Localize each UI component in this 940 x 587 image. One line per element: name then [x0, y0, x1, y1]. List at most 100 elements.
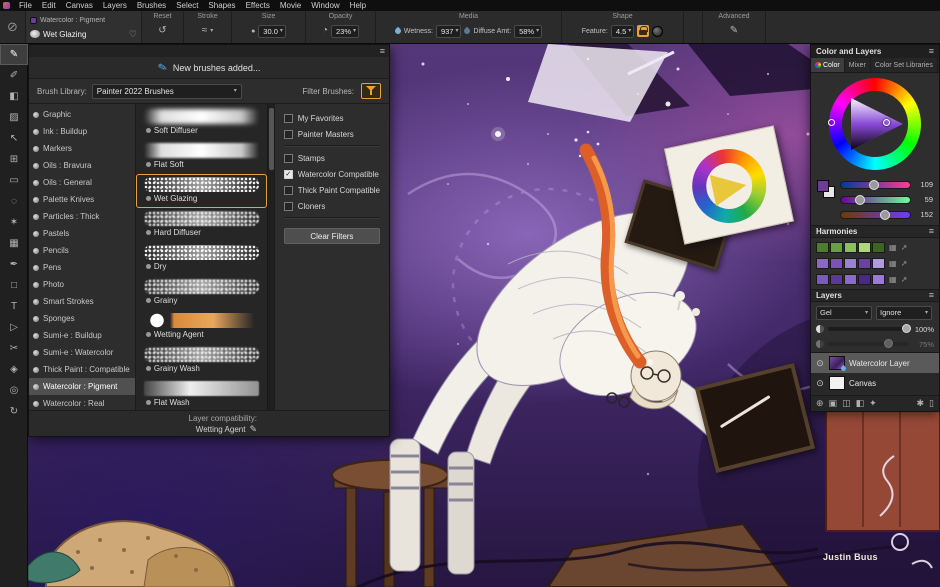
brush-category-item[interactable]: Palette Knives	[29, 191, 135, 208]
harmony-grid-icon[interactable]: ▦	[889, 260, 897, 268]
harmonies-header[interactable]: Harmonies ≡	[811, 225, 939, 238]
green-slider-knob[interactable]	[855, 195, 865, 205]
color-wheel[interactable]	[811, 73, 939, 175]
reset-brush-icon[interactable]: ↺	[158, 26, 166, 36]
brush-variant-item[interactable]: Dry	[136, 242, 267, 276]
stroke-caret-icon[interactable]: ▾	[210, 28, 213, 34]
harmony-swatch[interactable]	[872, 274, 885, 285]
brush-variant-item[interactable]: Hard Diffuser	[136, 208, 267, 242]
harmony-grid-icon[interactable]: ▦	[889, 244, 897, 252]
scissors-tool[interactable]: ✂	[0, 338, 28, 359]
rotate-page-tool[interactable]: ↻	[0, 401, 28, 422]
hue-marker[interactable]	[828, 119, 835, 126]
layer-opacity-slider[interactable]	[828, 327, 908, 331]
filter-my-favorites[interactable]: My Favorites	[284, 110, 380, 126]
brush-category-item[interactable]: Thick Paint : Compatible	[29, 361, 135, 378]
brush-category-item[interactable]: Markers	[29, 140, 135, 157]
harmony-apply-icon[interactable]: ↗	[901, 260, 908, 268]
harmony-swatch[interactable]	[872, 258, 885, 269]
panel-titlebar[interactable]: Color and Layers ≡	[811, 45, 939, 58]
brush-category-item[interactable]: Oils : Bravura	[29, 157, 135, 174]
filter-funnel-button[interactable]	[361, 83, 381, 99]
layer-options-gear-icon[interactable]: ✱	[917, 399, 925, 408]
menu-select[interactable]: Select	[171, 0, 203, 11]
blue-slider[interactable]	[840, 211, 911, 219]
feature-caret-icon[interactable]: ▾	[628, 28, 631, 34]
filter-painter-masters[interactable]: Painter Masters	[284, 126, 380, 142]
lasso-tool[interactable]: ◌	[0, 191, 28, 212]
menu-effects[interactable]: Effects	[241, 0, 275, 11]
harmony-swatch[interactable]	[830, 258, 843, 269]
rect-shape-tool[interactable]: □	[0, 275, 28, 296]
tab-color[interactable]: Color	[811, 58, 845, 72]
brush-category-item[interactable]: Graphic	[29, 106, 135, 123]
brush-ghost-toggle[interactable]: ⊘	[0, 11, 26, 43]
wetness-input[interactable]: 937 ▾	[436, 25, 462, 38]
harmony-swatch[interactable]	[816, 242, 829, 253]
red-slider[interactable]	[840, 181, 911, 189]
layers-header[interactable]: Layers ≡	[811, 289, 939, 302]
filter-stamps[interactable]: Stamps	[284, 150, 380, 166]
brush-category-item[interactable]: Oils : General	[29, 174, 135, 191]
composite-depth-select[interactable]: Ignore ▾	[876, 306, 932, 320]
new-brushes-banner[interactable]: ✎ New brushes added...	[29, 57, 389, 79]
harmony-swatch[interactable]	[844, 258, 857, 269]
harmony-swatch[interactable]	[844, 274, 857, 285]
layer-adjuster-tool[interactable]: ↖	[0, 128, 28, 149]
rect-select-tool[interactable]: ▭	[0, 170, 28, 191]
blend-mode-select[interactable]: Gel ▾	[816, 306, 872, 320]
opacity-knob[interactable]	[902, 324, 911, 333]
menu-file[interactable]: File	[14, 0, 37, 11]
brush-variant-item[interactable]: Soft Diffuser	[136, 106, 267, 140]
menu-window[interactable]: Window	[306, 0, 344, 11]
brush-category-item[interactable]: Pens	[29, 259, 135, 276]
text-tool[interactable]: T	[0, 296, 28, 317]
harmonies-menu-icon[interactable]: ≡	[929, 227, 934, 236]
brush-category-item[interactable]: Sumi-e : Watercolor	[29, 344, 135, 361]
feature-input[interactable]: 4.5 ▾	[611, 25, 634, 38]
blue-slider-knob[interactable]	[880, 210, 890, 220]
brush-variant-item[interactable]: Flat Wash	[136, 378, 267, 410]
brush-category-item[interactable]: Photo	[29, 276, 135, 293]
menu-layers[interactable]: Layers	[98, 0, 132, 11]
menu-canvas[interactable]: Canvas	[61, 0, 98, 11]
visibility-eye-icon[interactable]: ⊙	[815, 358, 825, 369]
scrollbar-thumb[interactable]	[269, 108, 274, 170]
stroke-type-icon[interactable]: ≈	[202, 26, 208, 36]
harmony-swatch[interactable]	[872, 242, 885, 253]
menu-help[interactable]: Help	[345, 0, 371, 11]
triangle-cursor[interactable]	[883, 119, 890, 126]
menu-movie[interactable]: Movie	[275, 0, 306, 11]
favorite-icon[interactable]: ♡	[129, 29, 137, 40]
brush-category-item-selected[interactable]: Watercolor : Pigment	[29, 378, 135, 395]
advanced-brush-icon[interactable]: ✎	[730, 26, 738, 36]
diffuse-caret-icon[interactable]: ▾	[536, 28, 539, 34]
magic-wand-tool[interactable]: ✶	[0, 212, 28, 233]
diffuse-input[interactable]: 58% ▾	[514, 25, 542, 38]
harmony-swatch[interactable]	[830, 242, 843, 253]
menu-brushes[interactable]: Brushes	[132, 0, 171, 11]
secondary-knob[interactable]	[884, 339, 893, 348]
wetness-caret-icon[interactable]: ▾	[455, 28, 458, 34]
layers-menu-icon[interactable]: ≡	[929, 291, 934, 300]
duplicate-layer-icon[interactable]: ◫	[842, 399, 851, 408]
eraser-tool[interactable]: ▨	[0, 107, 28, 128]
panel-menu-icon[interactable]: ≡	[380, 47, 385, 56]
crop-tool[interactable]: ▦	[0, 233, 28, 254]
delete-layer-icon[interactable]: ▯	[929, 399, 934, 408]
harmony-swatch[interactable]	[858, 274, 871, 285]
size-caret-icon[interactable]: ▾	[280, 28, 283, 34]
brush-category-item[interactable]: Particles : Thick	[29, 208, 135, 225]
dab-preview-icon[interactable]	[652, 26, 663, 37]
harmony-swatch[interactable]	[844, 242, 857, 253]
filter-cloners[interactable]: Cloners	[284, 198, 380, 214]
filter-watercolor-compatible[interactable]: ✓Watercolor Compatible	[284, 166, 380, 182]
tab-mixer[interactable]: Mixer	[845, 58, 871, 72]
brush-category-item[interactable]: Sumi-e : Buildup	[29, 327, 135, 344]
main-color-swatch[interactable]	[817, 180, 829, 192]
new-group-icon[interactable]: ▣	[829, 399, 838, 408]
brush-category-item[interactable]: Ink : Buildup	[29, 123, 135, 140]
harmony-row[interactable]: ▦ ↗	[816, 273, 934, 286]
harmony-row[interactable]: ▦ ↗	[816, 241, 934, 254]
harmony-apply-icon[interactable]: ↗	[901, 276, 908, 284]
